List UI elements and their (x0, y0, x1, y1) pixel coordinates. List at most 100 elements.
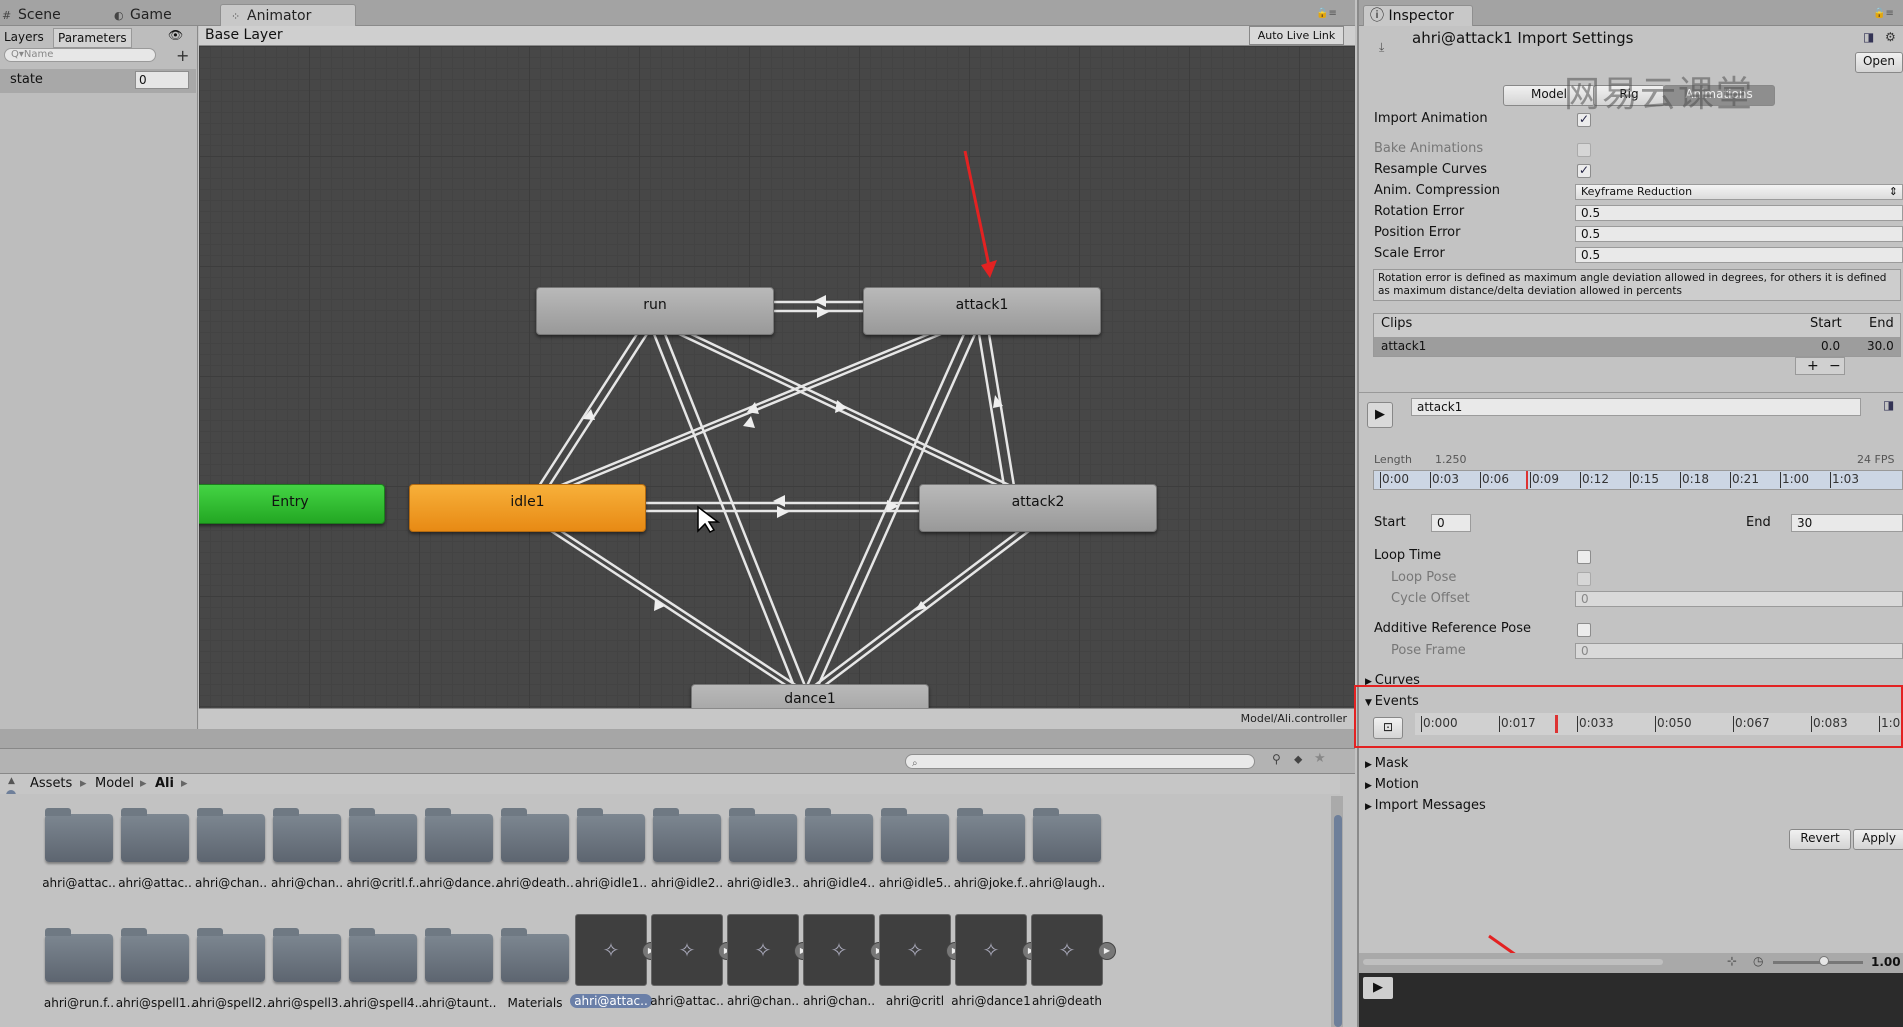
apply-button[interactable]: Apply (1853, 829, 1903, 850)
lock-icon[interactable]: 🔒≡ (1873, 8, 1894, 19)
preview-scrub-bar[interactable] (1363, 959, 1663, 965)
eye-icon[interactable]: 👁 (168, 28, 183, 42)
tab-game[interactable]: ◐ Game (104, 4, 182, 26)
scroll-up-icon[interactable]: ▲ (8, 776, 15, 786)
pivot-icon[interactable]: ⊹ (1727, 954, 1737, 968)
folder-asset[interactable]: ahri@spell1.. (114, 914, 196, 1010)
help-icon[interactable]: ◨ (1863, 30, 1874, 44)
help-icon[interactable]: ◨ (1883, 398, 1894, 412)
clip-play-icon[interactable]: ▶ (1367, 402, 1393, 428)
folder-asset[interactable]: ahri@idle5.. (874, 794, 956, 890)
folder-asset[interactable]: ahri@idle1.. (570, 794, 652, 890)
open-button[interactable]: Open (1855, 52, 1903, 73)
project-search-input[interactable]: ⌕ (905, 754, 1255, 769)
add-clip-button[interactable]: + (1807, 358, 1819, 374)
state-idle1[interactable]: idle1 (409, 484, 646, 532)
animation-clip-asset[interactable]: ✧▶ ahri@dance1 (950, 914, 1040, 1008)
model-thumbnail-icon: ✧▶ (1031, 914, 1116, 986)
folder-icon (273, 928, 341, 982)
folder-asset[interactable]: ahri@joke.f.. (950, 794, 1032, 890)
motion-foldout[interactable]: ▶ Motion (1365, 777, 1419, 792)
folder-asset[interactable]: ahri@dance.. (418, 794, 500, 890)
gear-icon[interactable]: ⚙ (1885, 30, 1896, 44)
end-field[interactable]: 30 (1791, 514, 1903, 532)
mask-foldout[interactable]: ▶ Mask (1365, 756, 1408, 771)
folder-asset[interactable]: ahri@attac.. (38, 794, 120, 890)
lock-icon[interactable]: 🔒≡ (1316, 8, 1337, 19)
folder-asset[interactable]: ahri@attac.. (114, 794, 196, 890)
folder-asset[interactable]: ahri@taunt.. (418, 914, 500, 1010)
clip-name-field[interactable]: attack1 (1411, 398, 1861, 416)
additive-ref-checkbox[interactable] (1577, 623, 1591, 637)
speed-slider[interactable] (1773, 961, 1863, 964)
anim-compression-dropdown[interactable]: Keyframe Reduction ⇕ (1575, 184, 1903, 200)
loop-time-checkbox[interactable] (1577, 550, 1591, 564)
import-animation-checkbox[interactable]: ✓ (1577, 113, 1591, 127)
bake-animations-checkbox[interactable] (1577, 143, 1591, 157)
pose-frame-field[interactable]: 0 (1575, 643, 1903, 659)
folder-asset[interactable]: ahri@laugh.. (1026, 794, 1108, 890)
state-machine-graph[interactable]: Entry idle1 run attack1 attack2 dance1 (199, 46, 1355, 708)
folder-asset[interactable]: ahri@run.f.. (38, 914, 120, 1010)
tab-layers[interactable]: Layers (0, 28, 48, 46)
import-messages-foldout[interactable]: ▶ Import Messages (1365, 798, 1486, 813)
folder-asset[interactable]: ahri@chan.. (266, 794, 348, 890)
animation-clip-asset[interactable]: ✧▶ ahri@attac.. (570, 914, 660, 1008)
folder-asset[interactable]: ahri@idle3.. (722, 794, 804, 890)
filter-type-icon[interactable]: ⚲ (1272, 752, 1281, 766)
tab-scene[interactable]: # Scene (0, 4, 71, 26)
state-entry[interactable]: Entry (199, 484, 385, 524)
favorite-star-icon[interactable]: ★ (1314, 751, 1326, 766)
start-field[interactable]: 0 (1431, 514, 1471, 532)
breadcrumb-model[interactable]: Model (95, 776, 134, 791)
state-attack2[interactable]: attack2 (919, 484, 1157, 532)
animation-clip-asset[interactable]: ✧▶ ahri@chan.. (798, 914, 888, 1008)
animation-preview[interactable]: ▶ (1359, 973, 1903, 1027)
scale-error-field[interactable]: 0.5 (1575, 247, 1903, 263)
animation-clip-asset[interactable]: ✧ ▶ ahri@death (1026, 914, 1116, 1008)
speed-slider-thumb[interactable] (1819, 956, 1829, 966)
breadcrumb-ali[interactable]: Ali (155, 776, 174, 791)
folder-asset[interactable]: ahri@idle4.. (798, 794, 880, 890)
rotation-error-field[interactable]: 0.5 (1575, 205, 1903, 221)
state-attack1[interactable]: attack1 (863, 287, 1101, 335)
animation-clip-asset[interactable]: ✧▶ ahri@attac.. (646, 914, 736, 1008)
folder-asset[interactable]: Materials (494, 914, 576, 1010)
speed-icon[interactable]: ◷ (1753, 954, 1763, 968)
play-icon[interactable]: ▶ (1098, 942, 1116, 960)
revert-button[interactable]: Revert (1789, 829, 1851, 850)
playhead-marker[interactable] (1526, 471, 1528, 489)
asset-scrollbar-thumb[interactable] (1334, 815, 1342, 1027)
folder-asset[interactable]: ahri@death.. (494, 794, 576, 890)
state-run[interactable]: run (536, 287, 774, 335)
loop-pose-checkbox[interactable] (1577, 572, 1591, 586)
preview-play-button[interactable]: ▶ (1363, 977, 1393, 999)
state-dance1[interactable]: dance1 (691, 684, 929, 708)
auto-live-link-button[interactable]: Auto Live Link (1249, 26, 1344, 45)
cycle-offset-label: Cycle Offset (1391, 591, 1470, 606)
folder-asset[interactable]: ahri@critl.f.. (342, 794, 424, 890)
animation-clip-asset[interactable]: ✧▶ ahri@critl (874, 914, 964, 1008)
position-error-field[interactable]: 0.5 (1575, 226, 1903, 242)
splitter[interactable] (0, 729, 1355, 748)
filter-label-icon[interactable]: ⬥ (1294, 752, 1302, 767)
folder-asset[interactable]: ahri@idle2.. (646, 794, 728, 890)
folder-asset[interactable]: ahri@chan.. (190, 794, 272, 890)
parameter-value-field[interactable]: 0 (135, 71, 189, 89)
dropdown-arrow-icon: ⇕ (1888, 185, 1898, 198)
folder-asset[interactable]: ahri@spell2.. (190, 914, 272, 1010)
animation-clip-asset[interactable]: ✧▶ ahri@chan.. (722, 914, 812, 1008)
tab-inspector[interactable]: ⓘ Inspector (1363, 5, 1473, 26)
add-parameter-button[interactable]: + (176, 46, 189, 65)
resample-curves-checkbox[interactable]: ✓ (1577, 164, 1591, 178)
layer-breadcrumb[interactable]: Base Layer (205, 27, 283, 43)
tab-animator[interactable]: ⁘ Animator (220, 4, 356, 27)
remove-clip-button[interactable]: − (1829, 358, 1841, 374)
clip-timeline[interactable]: 0:00 0:03 0:06 0:09 0:12 0:15 0:18 0:21 … (1373, 470, 1903, 490)
tab-parameters[interactable]: Parameters (53, 28, 132, 48)
cycle-offset-field[interactable]: 0 (1575, 591, 1903, 607)
folder-asset[interactable]: ahri@spell4.. (342, 914, 424, 1010)
breadcrumb-assets[interactable]: Assets (30, 776, 72, 791)
folder-asset[interactable]: ahri@spell3.. (266, 914, 348, 1010)
parameter-search-input[interactable]: Q▾Name (4, 48, 156, 62)
